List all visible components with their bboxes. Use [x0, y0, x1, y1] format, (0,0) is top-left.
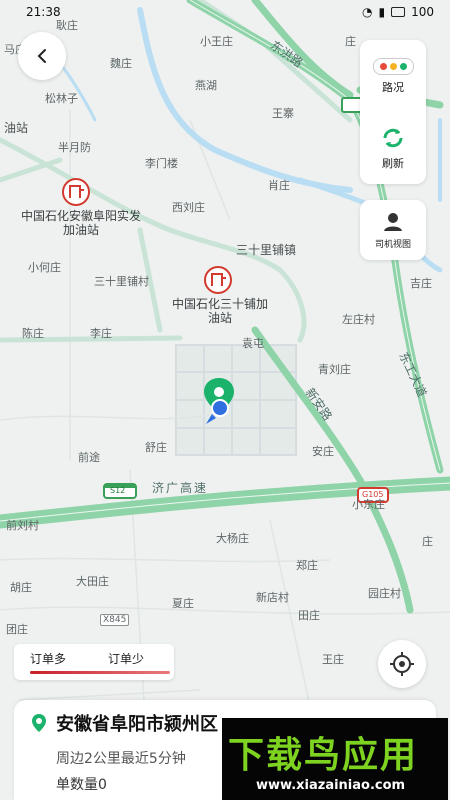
map-place-label: 吉庄 [410, 277, 432, 290]
map-place-label: 庄 [422, 535, 433, 548]
map-place-label: 油站 [4, 121, 29, 135]
map-place-label: 西刘庄 [172, 201, 205, 214]
locate-button[interactable] [378, 640, 426, 688]
location-pin-icon [32, 714, 46, 732]
nearby-orders-text: 周边2公里最近5分钟 [56, 751, 186, 767]
watermark-title: 下载鸟应用 [228, 735, 419, 776]
map-place-label: 新店村 [256, 591, 289, 604]
driver-view-button[interactable]: 司机视图 [360, 200, 426, 260]
map-place-label: 团庄 [6, 623, 28, 636]
map-place-label: 小东庄 [352, 498, 385, 511]
traffic-light-icon [372, 57, 414, 75]
map-place-label: 园庄村 [368, 587, 401, 600]
refresh-label: 刷新 [382, 157, 404, 170]
map-place-label: 胡庄 [10, 581, 32, 594]
crosshair-icon [390, 652, 414, 676]
map-place-label: 舒庄 [145, 441, 167, 454]
map-place-label: 袁屯 [242, 337, 264, 350]
map-place-label: 三十里铺镇 [236, 243, 297, 257]
map-control-panel: 路况 刷新 [360, 40, 426, 184]
battery-level: 100 [411, 5, 434, 19]
refresh-button[interactable]: 刷新 [360, 112, 426, 184]
map-place-label: 半月防 [58, 141, 91, 154]
current-place-name: 安徽省阜阳市颍州区 [56, 714, 218, 735]
road-shield-label: S12 [110, 486, 126, 495]
gas-station-icon[interactable] [204, 266, 232, 294]
map-place-label: 魏庄 [110, 57, 132, 70]
map-place-label: 庄 [345, 35, 356, 48]
map-place-label: 松林子 [45, 92, 78, 105]
map-place-label: 陈庄 [22, 327, 44, 340]
legend-more-label: 订单多 [30, 652, 67, 666]
gas-station-label: 中国石化安徽阜阳实发加油站 [20, 209, 141, 237]
status-time: 21:38 [26, 5, 61, 19]
order-density-legend: 订单多 订单少 [14, 644, 174, 680]
map-place-label: 大田庄 [76, 575, 109, 588]
map-place-label: 王庄 [322, 653, 344, 666]
legend-gradient-bar [30, 671, 170, 674]
refresh-icon [383, 128, 403, 148]
watermark-logo: 下载鸟应用 www.xiazainiao.com [222, 718, 448, 800]
map-place-label: 三十里铺村 [94, 275, 149, 288]
map-place-label: 小王庄 [200, 35, 233, 48]
map-place-label: 王寨 [272, 107, 294, 120]
map-place-label: 小何庄 [28, 261, 61, 274]
map-place-label: 大杨庄 [216, 532, 249, 545]
status-bar: 21:38 ◔ ▮ 100 [0, 0, 450, 24]
driver-view-label: 司机视图 [374, 239, 411, 250]
road-shield-small [341, 97, 363, 113]
traffic-button[interactable]: 路况 [360, 40, 426, 112]
map-place-label: 前刘村 [6, 519, 39, 532]
map-place-label: 李庄 [90, 327, 112, 340]
driver-icon [384, 212, 402, 231]
watermark-url: www.xiazainiao.com [256, 778, 406, 793]
traffic-label: 路况 [382, 80, 404, 94]
map-place-label: 郑庄 [296, 559, 318, 572]
map-place-label: 肖庄 [268, 179, 290, 192]
gas-station-label: 中国石化三十铺加油站 [171, 297, 268, 325]
legend-less-label: 订单少 [108, 652, 145, 666]
map-place-label: 左庄村 [342, 313, 375, 326]
map-place-label: 安庄 [312, 445, 334, 458]
wifi-icon: ◔ [362, 5, 373, 19]
gas-station-icon[interactable] [62, 178, 90, 206]
battery-icon [391, 7, 406, 17]
map-place-label: 夏庄 [172, 597, 194, 610]
signal-icon: ▮ [378, 5, 386, 19]
road-shield-label: G105 [362, 490, 384, 499]
back-button[interactable] [18, 32, 66, 80]
road-code-label: X845 [100, 614, 130, 627]
map-place-label: 田庄 [298, 609, 320, 622]
highway-name-label: 济广高速 [152, 481, 209, 495]
map-place-label: 李门楼 [145, 157, 178, 170]
chevron-left-icon [37, 49, 46, 63]
map-place-label: 青刘庄 [318, 363, 351, 376]
order-count-text: 单数量0 [56, 777, 107, 793]
map-place-label: 前途 [78, 451, 100, 464]
map-place-label: 燕湖 [195, 79, 217, 92]
status-icons: ◔ ▮ 100 [362, 5, 434, 19]
